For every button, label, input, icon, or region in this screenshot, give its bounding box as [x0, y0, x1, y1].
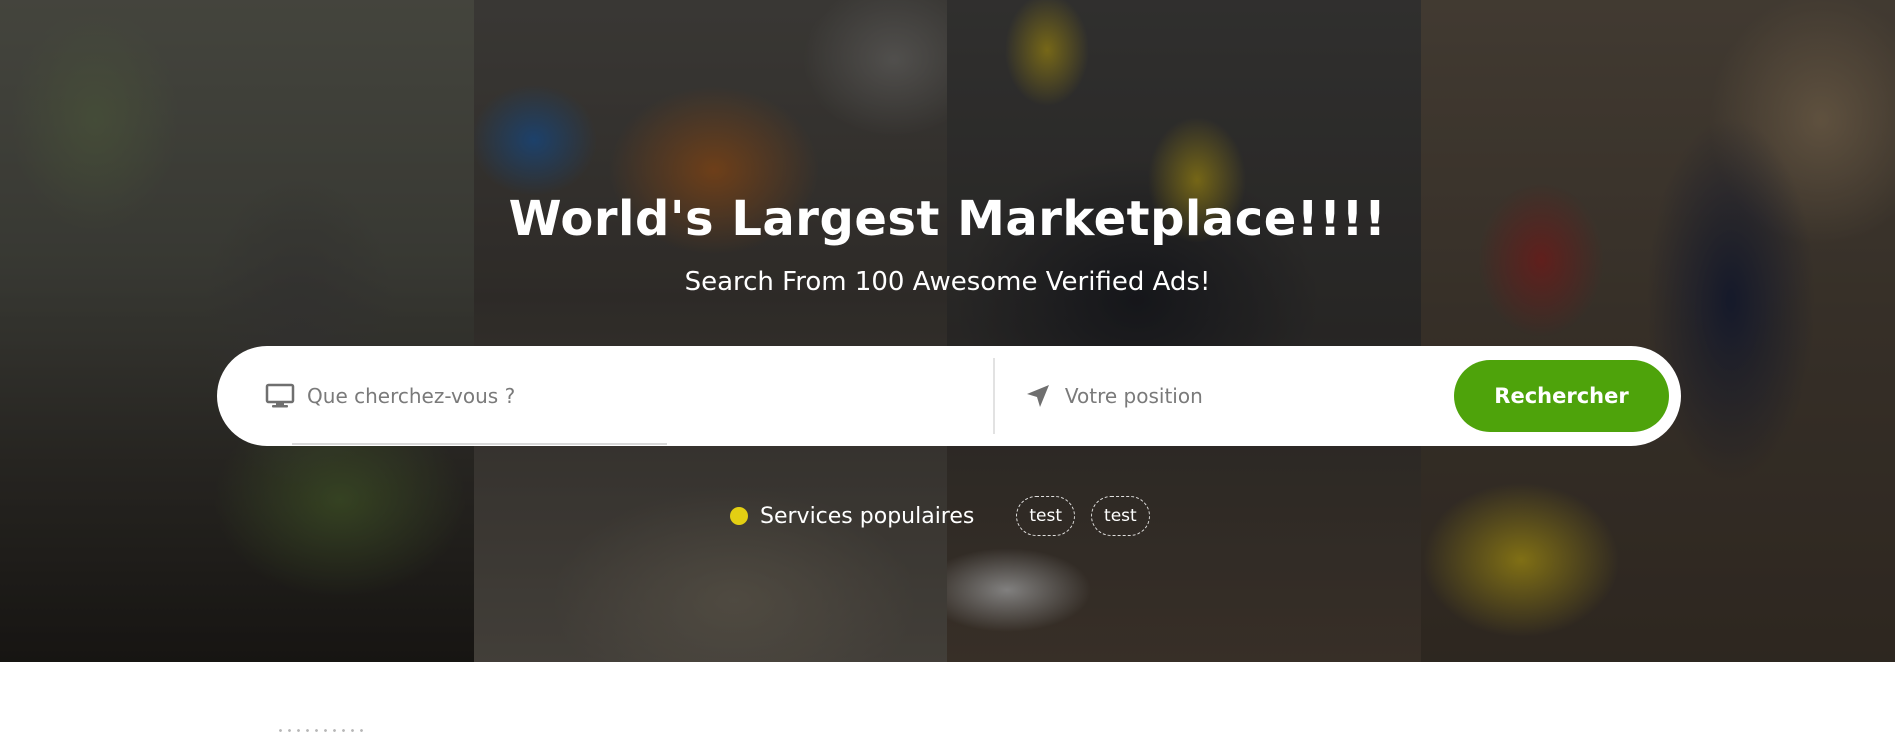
hero-overlay — [0, 0, 1895, 662]
search-divider — [993, 358, 995, 434]
popular-services: Services populaires test test — [730, 496, 1166, 536]
search-button[interactable]: Rechercher — [1454, 360, 1669, 432]
search-field-underline — [292, 443, 667, 445]
popular-services-label: Services populaires — [760, 503, 975, 529]
hero-subtitle: Search From 100 Awesome Verified Ads! — [684, 267, 1211, 297]
popular-dot-icon — [730, 507, 748, 525]
hero-title: World's Largest Marketplace!!!! — [508, 191, 1387, 247]
monitor-icon — [265, 380, 295, 412]
search-what-field — [265, 346, 955, 446]
hero-section: World's Largest Marketplace!!!! Search F… — [0, 0, 1895, 662]
search-keyword-input[interactable] — [307, 376, 955, 416]
search-where-field — [1024, 346, 1444, 446]
decorative-dot-pattern — [276, 726, 366, 738]
popular-tag[interactable]: test — [1016, 496, 1076, 536]
popular-tag[interactable]: test — [1091, 496, 1150, 536]
search-location-input[interactable] — [1064, 376, 1444, 416]
search-bar: Rechercher — [217, 346, 1681, 446]
location-arrow-icon[interactable] — [1024, 380, 1053, 412]
